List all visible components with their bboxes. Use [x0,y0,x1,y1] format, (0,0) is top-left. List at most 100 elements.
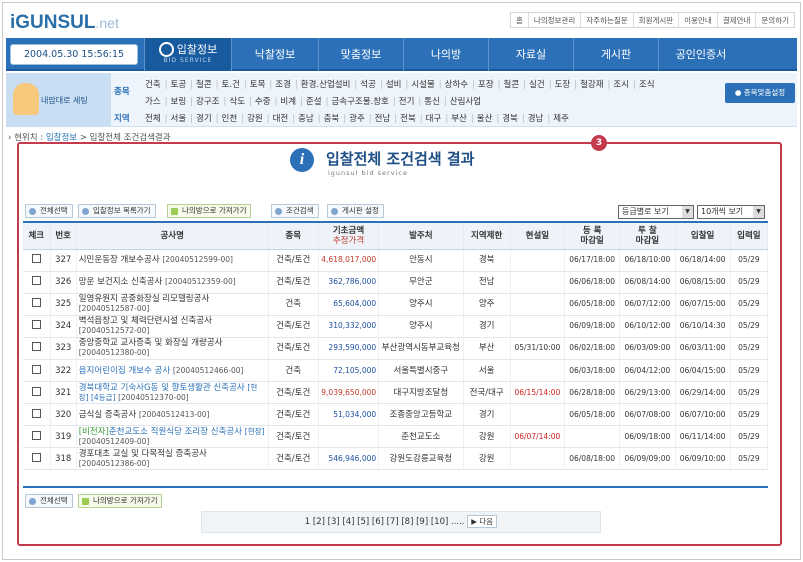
top-link[interactable]: 나의정보관리 [527,13,580,27]
region-item[interactable]: 강원 [239,114,265,124]
row-title-link[interactable]: 중앙중학교 교사증축 및 화장실 개량공사 [79,338,223,348]
row-name-cell[interactable]: 일영유원지 공중화장실 리모델링공사 [20040512587-00] [76,293,269,316]
category-item[interactable]: 실건 [521,80,547,90]
region-item[interactable]: 인천 [214,114,240,124]
region-item[interactable]: 경북 [494,114,520,124]
top-link[interactable]: 문의하기 [755,13,794,27]
row-checkbox[interactable] [31,254,41,264]
row-checkbox[interactable] [31,276,41,286]
row-name-cell[interactable]: 금식실 증축공사 [20040512413-00] [76,403,269,427]
region-item[interactable]: 충남 [290,114,316,124]
region-item[interactable]: 대전 [265,114,291,124]
category-item[interactable]: 강구조 [188,97,221,107]
region-item[interactable]: 경기 [188,114,214,124]
category-item[interactable]: 조시 [606,80,632,90]
sort-select[interactable]: 등급별로 보기 [618,205,694,219]
to-myroom-button[interactable]: 나의방으로 가져가기 [167,204,252,218]
table-row[interactable]: 320 금식실 증축공사 [20040512413-00] 건축/토건 51,034,… [23,403,769,427]
category-item[interactable]: 조경 [267,80,293,90]
row-title-link[interactable]: 망운 보건지소 신축공사 [79,277,163,287]
row-checkbox[interactable] [31,408,41,418]
top-link[interactable]: 회원게시판 [632,13,679,27]
region-item[interactable]: 전남 [367,114,393,124]
per-page-select[interactable]: 10개씩 보기 [697,205,765,219]
category-item[interactable]: 토목 [242,80,268,90]
row-checkbox[interactable] [31,298,41,308]
region-item[interactable]: 부산 [443,114,469,124]
top-link[interactable]: 결제안내 [716,13,756,27]
region-item[interactable]: 충북 [316,114,342,124]
top-link[interactable]: 자주하는질문 [580,13,632,27]
row-title-link[interactable]: 금식실 증축공사 [79,410,136,420]
col-open[interactable]: 입찰일 [675,222,731,250]
category-item[interactable]: 조식 [631,80,657,90]
table-row[interactable]: 322 음지어린이집 개보수 공사 [20040512466-00] 건축 72,10… [23,359,769,383]
table-row[interactable]: 326 망운 보건지소 신축공사 [20040512359-00] 건축/토건 362… [23,271,769,294]
category-item[interactable]: 도장 [547,80,573,90]
nav-tab[interactable]: 나의방 [403,38,488,71]
tab-bid-info[interactable]: 입찰정보 BID SERVICE [144,38,231,71]
row-checkbox[interactable] [31,452,41,462]
region-item[interactable]: 경남 [520,114,546,124]
col-bid[interactable]: 투 찰 마감일 [619,222,676,250]
region-item[interactable]: 울산 [469,114,495,124]
row-title-link[interactable]: 시민운동장 개보수공사 [79,255,160,265]
row-checkbox[interactable] [31,430,41,440]
category-item[interactable]: 시설물 [403,80,436,90]
row-title-link[interactable]: 춘천교도소 직원식당 조리장 신축공사 [109,427,242,437]
col-org[interactable]: 발주처 [378,222,464,250]
table-row[interactable]: 327 시민운동장 개보수공사 [20040512599-00] 건축/토건 4,61… [23,249,769,272]
table-row[interactable]: 323 중앙중학교 교사증축 및 화장실 개량공사 [20040512380-00… [23,337,769,360]
category-item[interactable]: 환경.산업설비 [293,80,353,90]
col-type[interactable]: 종목 [268,222,319,250]
my-settings[interactable]: 내맘대로 세팅 [6,73,111,127]
row-title-link[interactable]: 경포대초 교실 및 다목적실 증축공사 [79,449,207,459]
col-input[interactable]: 입력일 [730,222,769,250]
category-item[interactable]: 보링 [163,97,189,107]
nav-tab[interactable]: 맞춤정보 [318,38,403,71]
category-item[interactable]: 전기 [391,97,417,107]
nav-tab[interactable]: 게시판 [573,38,658,71]
col-site[interactable]: 현설일 [510,222,566,250]
row-title-link[interactable]: 경북대학교 기숙사G동 및 향토생활관 신축공사 [79,383,245,393]
col-price[interactable]: 기초금액 추정가격 [318,222,380,250]
category-item[interactable]: 철강재 [572,80,605,90]
nav-tab[interactable]: 자료실 [488,38,573,71]
select-all-button[interactable]: 전체선택 [25,204,73,218]
category-item[interactable]: 삭도 [222,97,248,107]
row-name-cell[interactable]: 벽석읍창고 및 체력단련시설 신축공사 [20040512572-00] [76,315,269,338]
table-row[interactable]: 324 벽석읍창고 및 체력단련시설 신축공사 [20040512572-00] 건… [23,315,769,338]
row-checkbox[interactable] [31,386,41,396]
category-item[interactable]: 토공 [163,80,189,90]
row-title-link[interactable]: 일영유원지 공중화장실 리모델링공사 [79,294,210,304]
category-item[interactable]: 가스 [143,97,163,107]
category-item[interactable]: 토.건 [214,80,242,90]
page-links[interactable]: 1 [2] [3] [4] [5] [6] [7] [8] [9] [10] [305,517,449,527]
row-name-cell[interactable]: [비전자]춘천교도소 직원식당 조리장 신축공사 [현장] [200405124… [76,425,269,449]
table-row[interactable]: 325 일영유원지 공중화장실 리모델링공사 [20040512587-00] 건축… [23,293,769,316]
category-item[interactable]: 석공 [352,80,378,90]
category-item[interactable]: 포장 [470,80,496,90]
top-link[interactable]: 이용안내 [678,13,717,27]
row-name-cell[interactable]: 중앙중학교 교사증축 및 화장실 개량공사 [20040512380-00] [76,337,269,360]
row-checkbox[interactable] [31,320,41,330]
nav-tab[interactable]: 낙찰정보 [231,38,318,71]
row-name-cell[interactable]: 경포대초 교실 및 다목적실 증축공사 [20040512386-00] [76,447,269,471]
top-link[interactable]: 홈 [511,13,528,27]
category-item[interactable]: 비계 [273,97,299,107]
nav-tab[interactable]: 공인인증서 [658,38,743,71]
region-item[interactable]: 전북 [392,114,418,124]
search-condition-button[interactable]: 조건검색 [271,204,319,218]
table-row[interactable]: 321 경북대학교 기숙사G동 및 향토생활관 신축공사 [현장] [4등급] [… [23,381,769,405]
bid-list-button[interactable]: 입찰정보 목록가기 [78,204,156,218]
select-all-button-bottom[interactable]: 전체선택 [25,494,73,508]
row-name-cell[interactable]: 시민운동장 개보수공사 [20040512599-00] [76,249,269,272]
category-item[interactable]: 금속구조물.창호 [324,97,391,107]
category-item[interactable]: 준설 [298,97,324,107]
row-title-link[interactable]: 벽석읍창고 및 체력단련시설 신축공사 [79,316,212,326]
region-item[interactable]: 제주 [545,114,571,124]
category-item[interactable]: 철콘 [496,80,522,90]
region-item[interactable]: 대구 [418,114,444,124]
match-settings-button[interactable]: ● 종목맞춤설정 [725,83,795,103]
category-item[interactable]: 수중 [247,97,273,107]
